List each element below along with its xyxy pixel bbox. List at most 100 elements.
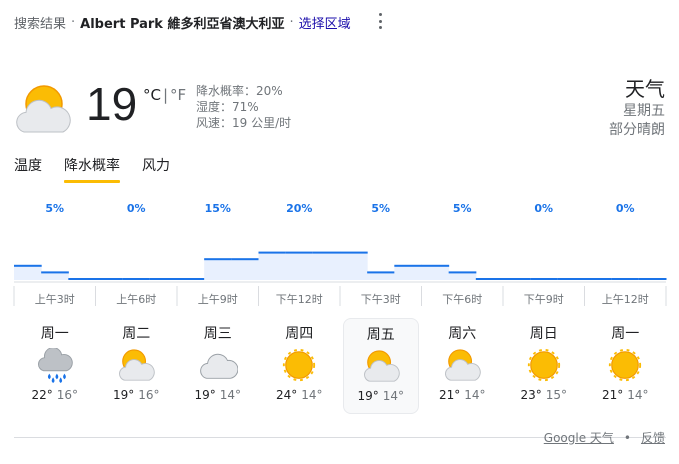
current-temperature: 19 [86, 78, 138, 130]
precip-bar [204, 258, 232, 261]
precip-area [421, 264, 450, 280]
more-options-icon[interactable] [372, 12, 388, 30]
unit-celsius[interactable]: °C [143, 86, 161, 104]
precip-bar [258, 251, 287, 254]
day-forecast[interactable]: 周三 19° 14° [180, 318, 256, 414]
precip-bar [95, 278, 124, 280]
tab-precipitation[interactable]: 降水概率 [64, 155, 120, 183]
breadcrumb-separator: · [71, 15, 76, 30]
precip-bar [611, 278, 640, 280]
feedback-link[interactable]: 反馈 [641, 431, 665, 445]
day-high: 22° [31, 388, 53, 402]
day-temps: 24° 14° [261, 388, 337, 402]
tab-temperature[interactable]: 温度 [14, 155, 42, 181]
precip-bar [367, 271, 395, 274]
day-temps: 21° 14° [424, 388, 500, 402]
day-forecast[interactable]: 周四 24° 14° [261, 318, 337, 414]
day-forecast[interactable]: 周二 19° 16° [98, 318, 174, 414]
day-name: 周一 [40, 326, 69, 342]
partly-cloudy-icon [119, 349, 155, 381]
precip-area [14, 264, 42, 280]
precip-area [258, 251, 287, 280]
precip-area [340, 251, 368, 280]
precip-label: 0% [127, 202, 146, 215]
precip-bar [340, 251, 368, 254]
precip-area [285, 251, 314, 280]
precip-bar [394, 264, 422, 267]
precip-label: 0% [534, 202, 553, 215]
day-forecast[interactable]: 周五 19° 14° [342, 318, 419, 414]
partly-cloudy-icon [445, 349, 481, 381]
day-name: 周五 [366, 327, 395, 343]
unit-fahrenheit[interactable]: °F [170, 86, 186, 104]
precip-bar [530, 278, 558, 280]
precip-bar [584, 278, 613, 280]
precipitation-chance: 降水概率：20% [196, 84, 283, 98]
day-forecast[interactable]: 周六 21° 14° [424, 318, 500, 414]
unit-separator: | [162, 86, 169, 104]
precip-bar [638, 278, 667, 280]
day-high: 24° [275, 388, 298, 402]
day-temps: 19° 16° [98, 388, 174, 402]
cloud-icon [199, 353, 238, 379]
precip-bar [503, 278, 531, 280]
day-low: 14° [382, 389, 405, 403]
rain-cloud-icon [37, 348, 73, 384]
precip-bar [149, 278, 178, 280]
x-tick-label: 下午6时 [442, 293, 482, 306]
day-forecast[interactable]: 周一 22° 16° [17, 318, 93, 414]
day-low: 14° [627, 388, 649, 402]
precip-label: 15% [205, 202, 231, 215]
precip-bar [312, 251, 341, 254]
day-name: 周四 [285, 326, 314, 342]
precip-area [312, 251, 341, 280]
precip-bar [177, 278, 205, 280]
day-low: 14° [219, 388, 242, 402]
day-low: 16° [138, 388, 160, 402]
precip-label: 5% [371, 202, 390, 215]
x-tick-label: 下午9时 [524, 293, 564, 306]
google-weather-link[interactable]: Google 天气 [544, 431, 614, 445]
x-tick-label: 上午9时 [198, 293, 238, 306]
precip-area [204, 258, 232, 280]
breadcrumb-search-results: 搜索结果 [14, 17, 67, 32]
sun-icon [527, 348, 560, 382]
precip-bar [231, 258, 259, 261]
select-region-link[interactable]: 选择区域 [299, 13, 351, 32]
day-name: 周一 [611, 326, 640, 342]
precip-bar [122, 278, 151, 280]
footer-bullet: • [623, 431, 631, 445]
weather-title: 天气 [625, 77, 665, 101]
precip-area [231, 258, 259, 280]
wind-speed: 风速：19 公里/时 [196, 116, 292, 130]
daily-forecast: 周一 22° 16° 周二 19° 16° 周三 19° 14° 周四 24° 14° 周五 19° 14°… [14, 318, 666, 416]
sun-icon [609, 348, 642, 382]
day-name: 周六 [448, 326, 477, 342]
day-temps: 21° 14° [587, 388, 663, 402]
tab-wind[interactable]: 风力 [142, 155, 170, 181]
header: 搜索结果 · Albert Park 維多利亞省澳大利亚 · 选择区域 [14, 13, 351, 32]
x-tick-label: 下午12时 [276, 293, 323, 306]
day-temps: 19° 14° [344, 389, 418, 403]
x-tick-label: 下午3时 [361, 293, 401, 306]
current-condition: 部分晴朗 [609, 122, 665, 138]
day-forecast[interactable]: 周一 21° 14° [587, 318, 663, 414]
day-high: 19° [112, 388, 135, 402]
day-low: 14° [464, 388, 486, 402]
day-temps: 22° 16° [17, 388, 93, 402]
precip-area [394, 264, 422, 280]
current-details: 降水概率：20% 湿度：71% 风速：19 公里/时 [196, 83, 291, 131]
day-temps: 19° 14° [180, 388, 256, 402]
unit-toggle: °C | °F [143, 86, 186, 104]
precip-bar [41, 271, 69, 274]
precip-bar [421, 264, 450, 267]
day-temps: 23° 15° [506, 388, 582, 402]
precip-bar [285, 251, 314, 254]
day-low: 16° [56, 388, 79, 402]
precip-label: 5% [453, 202, 472, 215]
day-low: 15° [545, 388, 568, 402]
day-forecast[interactable]: 周日 23° 15° [506, 318, 582, 414]
day-high: 19° [357, 389, 379, 403]
partly-cloudy-icon [16, 85, 71, 133]
partly-cloudy-icon [363, 350, 400, 382]
